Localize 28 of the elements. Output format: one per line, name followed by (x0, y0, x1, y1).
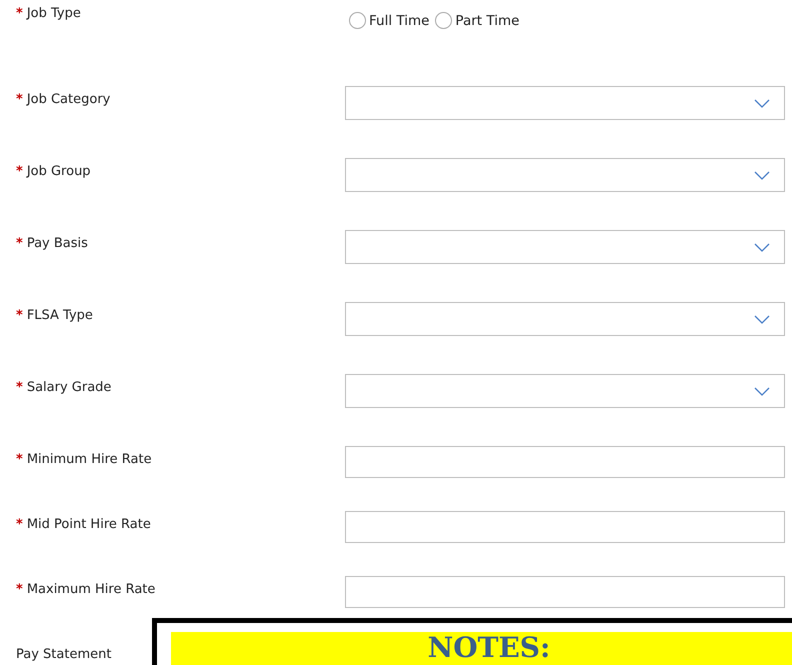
field-label: * Job Group (16, 164, 91, 179)
field-label: * Salary Grade (16, 380, 112, 395)
field-label: * Job Type (16, 6, 81, 21)
chevron-down-icon (754, 314, 770, 324)
field-label: * Job Category (16, 92, 110, 107)
input-field[interactable] (345, 576, 785, 608)
dropdown-field[interactable] (345, 158, 785, 192)
field-label: * FLSA Type (16, 308, 93, 323)
input-field[interactable] (345, 446, 785, 478)
radio-button[interactable] (435, 12, 452, 29)
field-label: * Maximum Hire Rate (16, 582, 156, 597)
chevron-down-icon (754, 98, 770, 108)
dropdown-field[interactable] (345, 230, 785, 264)
dropdown-field[interactable] (345, 374, 785, 408)
radio-button[interactable] (349, 12, 366, 29)
dropdown-field[interactable] (345, 302, 785, 336)
chevron-down-icon (754, 386, 770, 396)
field-label: Pay Statement (16, 647, 112, 662)
field-label: * Mid Point Hire Rate (16, 517, 151, 532)
field-label: * Pay Basis (16, 236, 88, 251)
dropdown-field[interactable] (345, 86, 785, 120)
radio-label[interactable]: Part Time (455, 12, 520, 28)
chevron-down-icon (754, 242, 770, 252)
notes-heading: NOTES: (428, 634, 550, 665)
radio-label[interactable]: Full Time (369, 12, 430, 28)
field-label: * Minimum Hire Rate (16, 452, 152, 467)
input-field[interactable] (345, 511, 785, 543)
chevron-down-icon (754, 170, 770, 180)
